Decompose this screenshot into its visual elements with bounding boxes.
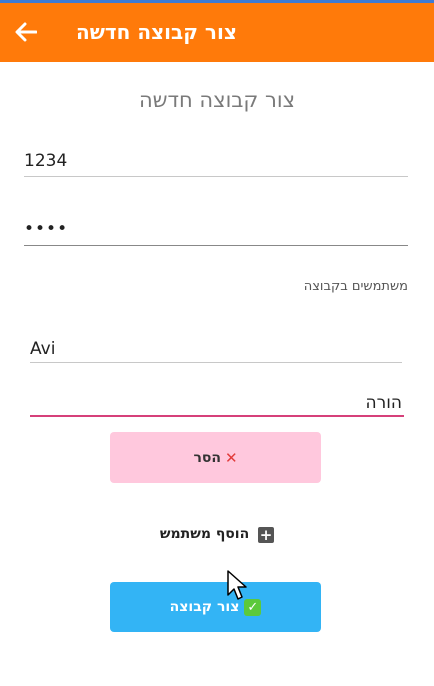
add-user-button[interactable]: + הוסף משתמש [0, 526, 434, 543]
x-icon: ✕ [225, 448, 238, 467]
arrow-left-icon [15, 22, 37, 42]
app-bar: צור קבוצה חדשה [0, 3, 434, 62]
create-group-button[interactable]: ✓ צור קבוצה [110, 582, 321, 632]
remove-member-button[interactable]: ✕ הסר [110, 432, 321, 483]
member-role-underline [30, 415, 404, 417]
password-underline [24, 245, 408, 246]
member-name-input[interactable] [30, 337, 402, 361]
app-bar-title: צור קבוצה חדשה [76, 20, 237, 44]
form-heading: צור קבוצה חדשה [138, 88, 296, 112]
member-role-input[interactable] [30, 391, 402, 415]
group-id-input[interactable] [24, 149, 408, 173]
add-user-label: הוסף משתמש [159, 526, 250, 542]
members-label: משתמשים בקבוצה [303, 279, 408, 294]
password-input[interactable] [24, 217, 408, 241]
mouse-cursor-icon [227, 570, 247, 600]
plus-icon: + [258, 526, 275, 544]
member-name-underline [30, 362, 402, 363]
back-button[interactable] [12, 18, 40, 46]
remove-button-label: הסר [193, 449, 221, 466]
group-id-underline [24, 176, 408, 177]
